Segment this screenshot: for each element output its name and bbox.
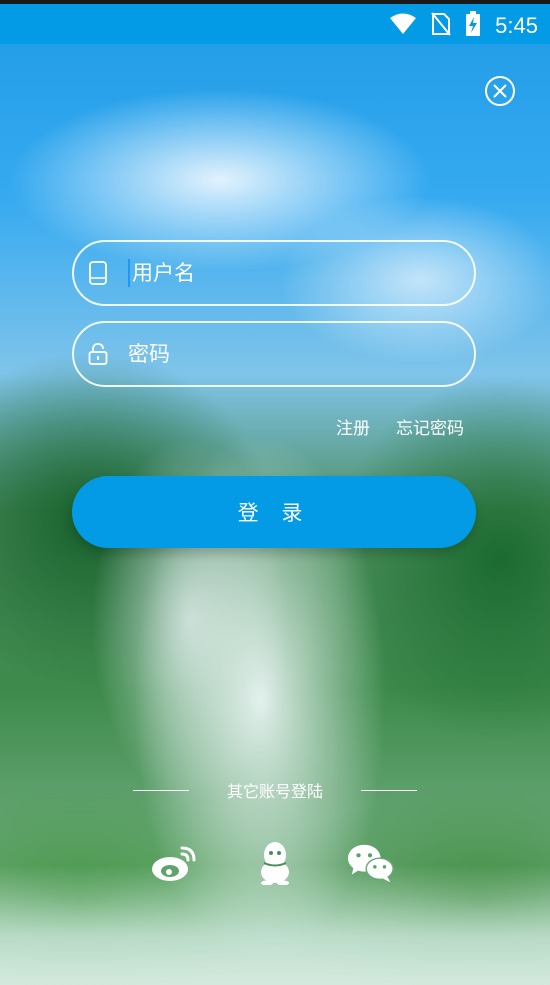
phone-icon — [88, 261, 108, 285]
close-button[interactable] — [485, 76, 515, 106]
login-button[interactable]: 登 录 — [72, 476, 476, 548]
password-input[interactable] — [128, 342, 428, 366]
username-field[interactable] — [72, 240, 476, 306]
qq-login-button[interactable] — [250, 840, 300, 886]
lock-icon — [88, 342, 108, 366]
qq-icon — [261, 842, 289, 885]
weibo-icon — [152, 846, 196, 881]
auth-links: 注册 忘记密码 — [336, 414, 464, 439]
status-time: 5:45 — [495, 13, 538, 38]
wechat-icon — [347, 844, 394, 883]
status-bar: 5:45 — [0, 0, 550, 44]
other-login-label: 其它账号登陆 — [226, 782, 323, 801]
password-field[interactable] — [72, 321, 476, 387]
other-login-divider: 其它账号登陆 — [0, 778, 550, 802]
close-icon — [493, 84, 507, 98]
battery-charging-icon — [465, 11, 481, 41]
register-link[interactable]: 注册 — [336, 414, 370, 439]
wechat-login-button[interactable] — [346, 840, 396, 886]
wifi-icon — [389, 13, 417, 39]
forgot-password-link[interactable]: 忘记密码 — [396, 414, 464, 439]
status-icons: 5:45 — [389, 11, 538, 41]
divider-line-right — [361, 789, 417, 791]
divider-line-left — [132, 789, 189, 791]
weibo-login-button[interactable] — [150, 840, 200, 886]
username-input[interactable] — [132, 261, 432, 285]
social-login-row — [0, 840, 550, 890]
text-cursor — [128, 259, 130, 287]
no-sim-icon — [431, 12, 451, 40]
